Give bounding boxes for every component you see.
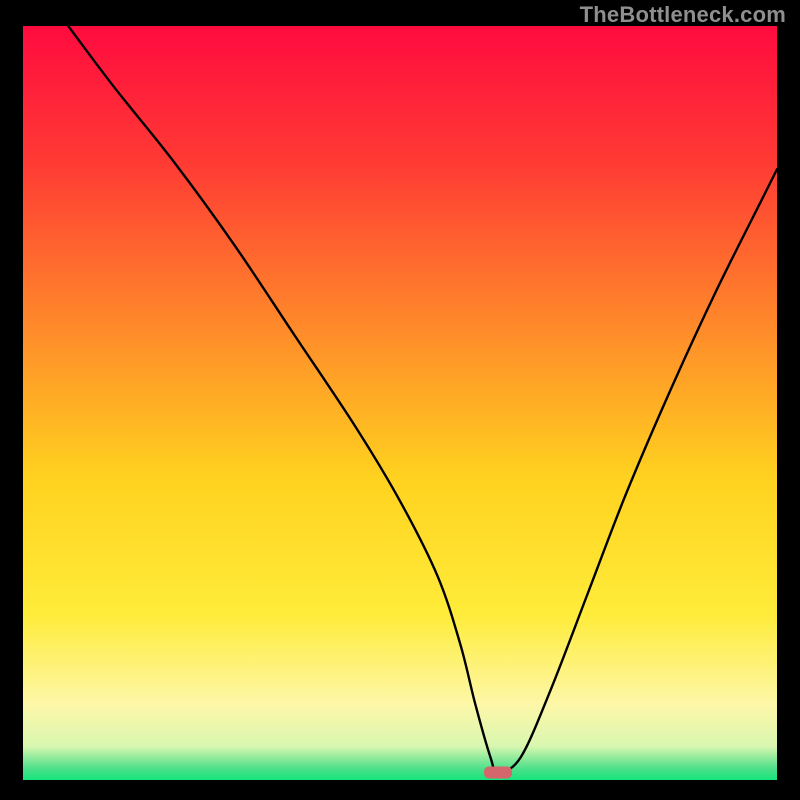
minimum-marker [484,766,512,778]
chart-frame: { "watermark": "TheBottleneck.com", "cha… [0,0,800,800]
chart-svg [0,0,800,800]
watermark-text: TheBottleneck.com [580,2,786,28]
